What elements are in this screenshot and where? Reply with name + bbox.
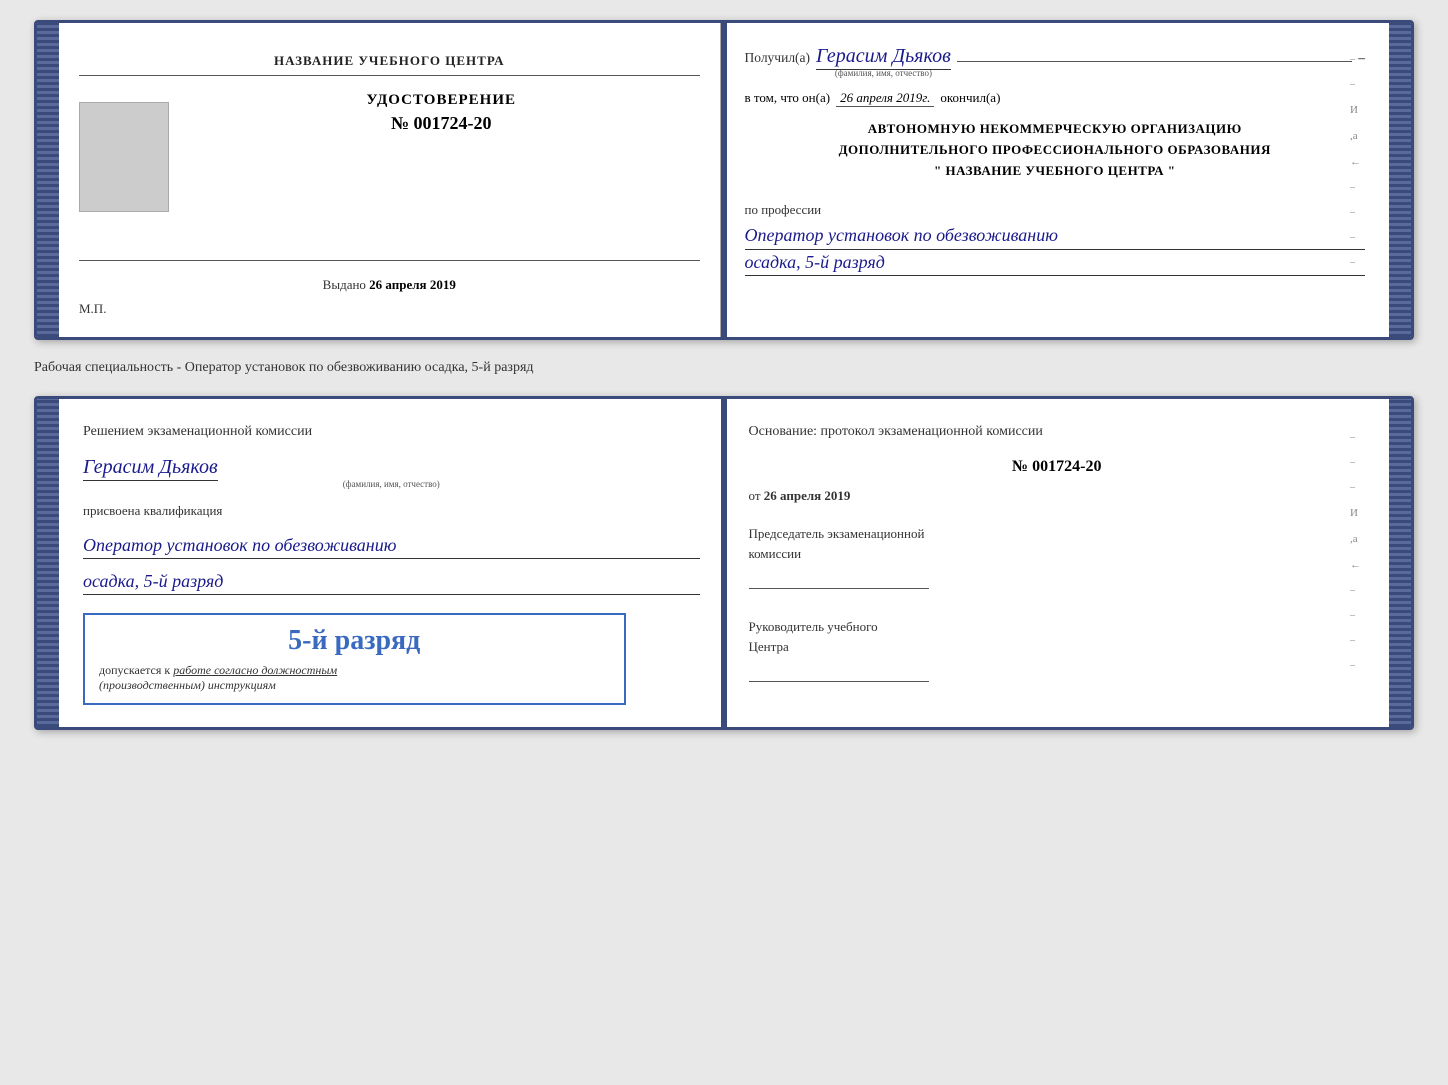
right-deco-bottom: – – – И ,а ← – – – – — [1350, 432, 1361, 671]
protocol-number: № 001724-20 — [749, 458, 1366, 476]
doc2-left-panel: Решением экзаменационной комиссии Гераси… — [59, 399, 725, 727]
doc2-right-panel: Основание: протокол экзаменационной коми… — [725, 399, 1390, 727]
doc1-left-panel: НАЗВАНИЕ УЧЕБНОГО ЦЕНТРА УДОСТОВЕРЕНИЕ №… — [59, 23, 721, 337]
right-spine-strip — [1389, 23, 1411, 337]
certificate-number-section: УДОСТОВЕРЕНИЕ № 001724-20 — [183, 92, 700, 134]
и-label2: И — [1350, 507, 1361, 519]
stamp-box: 5-й разряд допускается к работе согласно… — [83, 613, 626, 705]
chairman-sig-line — [749, 567, 929, 589]
qualification-label: присвоена квалификация — [83, 503, 700, 519]
doc1-right-panel: Получил(а) Герасим Дьяков (фамилия, имя,… — [721, 23, 1390, 337]
org-block: АВТОНОМНУЮ НЕКОММЕРЧЕСКУЮ ОРГАНИЗАЦИЮ ДО… — [745, 119, 1366, 181]
basis-title: Основание: протокол экзаменационной коми… — [749, 421, 1366, 442]
left-spine-strip — [37, 23, 59, 337]
commission-title: Решением экзаменационной комиссии — [83, 421, 700, 442]
caption-line: Рабочая специальность - Оператор установ… — [34, 358, 1414, 378]
director-title: Руководитель учебного Центра — [749, 617, 1366, 656]
cert-number: № 001724-20 — [391, 113, 492, 134]
admitted-text: допускается к работе согласно должностны… — [99, 663, 610, 678]
recipient-name: Герасим Дьяков — [816, 45, 951, 70]
left-arrow2: ← — [1350, 559, 1361, 571]
qualification-value: Оператор установок по обезвоживанию — [83, 533, 700, 559]
right-deco-top: – – И ,а ← – – – – — [1350, 54, 1361, 268]
stamp-rank: 5-й разряд — [99, 625, 610, 657]
а-label: ,а — [1350, 130, 1361, 142]
document-bottom: Решением экзаменационной комиссии Гераси… — [34, 396, 1414, 730]
qual-specialty: осадка, 5-й разряд — [83, 571, 700, 595]
director-sig-line — [749, 660, 929, 682]
date-line: в том, что он(а) 26 апреля 2019г. окончи… — [745, 90, 1366, 107]
mp-label: М.П. — [79, 301, 106, 317]
cert-title: УДОСТОВЕРЕНИЕ — [367, 92, 517, 109]
bottom-right-spine — [1389, 399, 1411, 727]
admitted-text2: (производственным) инструкциям — [99, 678, 610, 693]
и-label: И — [1350, 104, 1361, 116]
profession-section: по профессии Оператор установок по обезв… — [745, 201, 1366, 275]
bottom-left-spine — [37, 399, 59, 727]
left-arrow: ← — [1350, 156, 1361, 168]
а-label2: ,а — [1350, 533, 1361, 545]
photo-placeholder — [79, 102, 169, 212]
issued-section: Выдано 26 апреля 2019 — [323, 277, 456, 293]
document-top: НАЗВАНИЕ УЧЕБНОГО ЦЕНТРА УДОСТОВЕРЕНИЕ №… — [34, 20, 1414, 340]
protocol-date: от 26 апреля 2019 — [749, 488, 1366, 504]
person-name-bottom: Герасим Дьяков — [83, 456, 218, 481]
chairman-title: Председатель экзаменационной комиссии — [749, 524, 1366, 563]
recipient-line: Получил(а) Герасим Дьяков (фамилия, имя,… — [745, 45, 1366, 78]
org-name-top: НАЗВАНИЕ УЧЕБНОГО ЦЕНТРА — [79, 53, 700, 76]
director-block: Руководитель учебного Центра — [749, 617, 1366, 682]
chairman-block: Председатель экзаменационной комиссии — [749, 524, 1366, 589]
